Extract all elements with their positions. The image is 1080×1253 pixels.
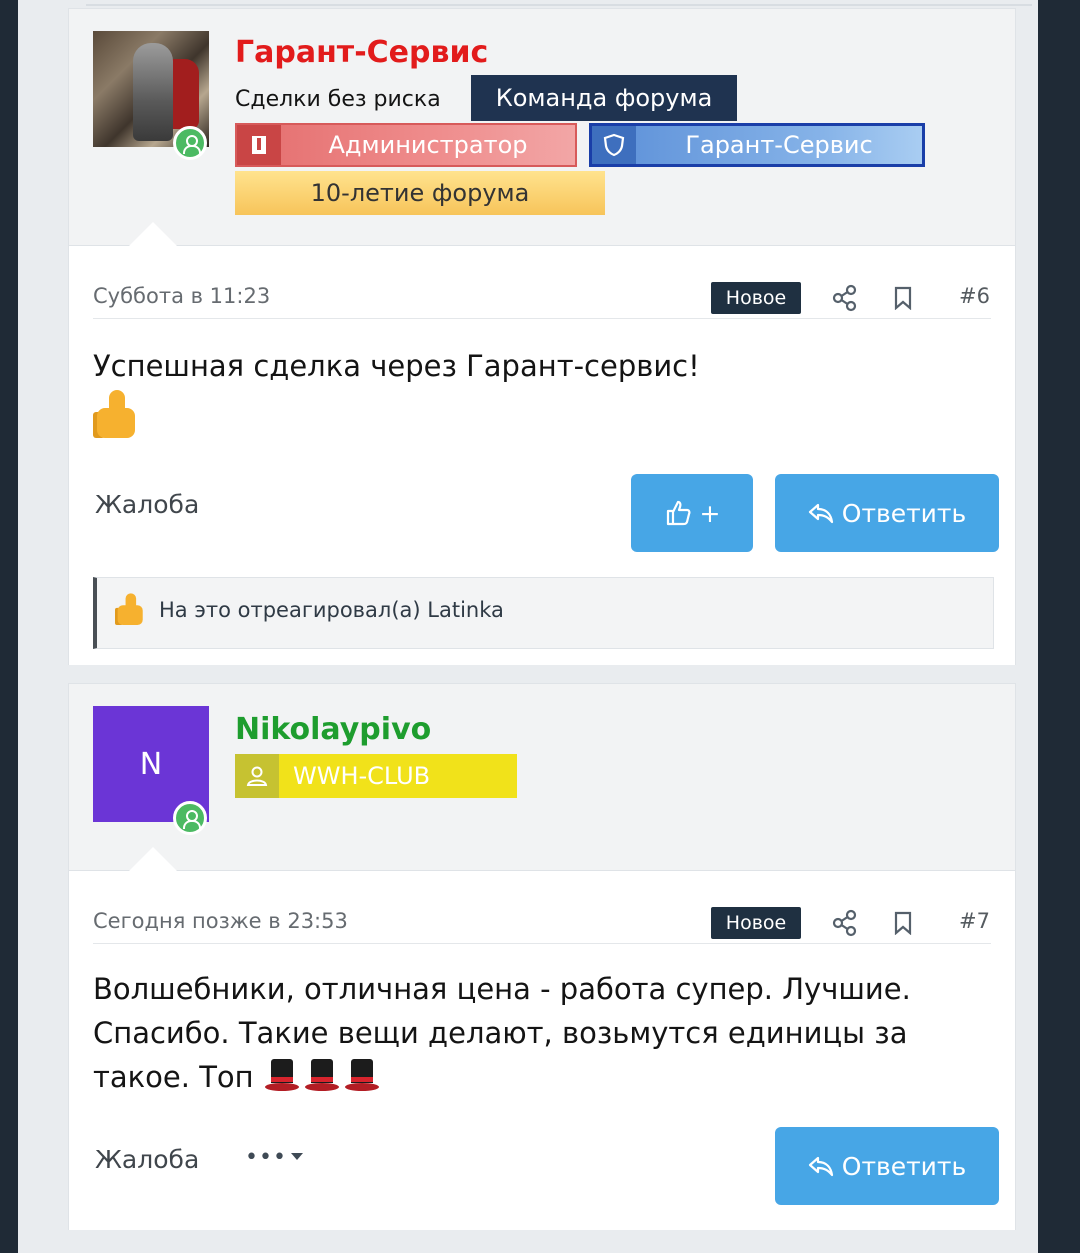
top-hat-emoji-icon xyxy=(303,1055,341,1093)
report-link[interactable]: Жалоба xyxy=(95,490,199,519)
reactions-text[interactable]: На это отреагировал(а) Latinka xyxy=(159,598,504,622)
user-title: Сделки без риска xyxy=(235,87,441,112)
thumbs-up-icon xyxy=(666,500,691,526)
club-banner: WWH-CLUB xyxy=(235,754,517,798)
message-arrow xyxy=(129,222,177,246)
post-message: Волшебники, отличная цена - работа супер… xyxy=(93,967,973,1099)
post-user-block: N Nikolaypivo WWH-CLUB xyxy=(69,684,1015,870)
top-hat-emoji-icon xyxy=(343,1055,381,1093)
share-icon[interactable] xyxy=(831,909,859,937)
bookmark-icon[interactable] xyxy=(893,911,913,935)
like-button-label: + xyxy=(699,498,721,528)
reply-arrow-icon xyxy=(808,1156,833,1177)
post-content: Суббота в 11:23 Новое #6 Успешная сделка… xyxy=(69,222,1015,665)
post-number[interactable]: #7 xyxy=(959,909,990,933)
reply-arrow-icon xyxy=(808,503,833,524)
team-banner: Команда форума xyxy=(471,75,737,121)
post-date[interactable]: Суббота в 11:23 xyxy=(93,284,270,308)
anniversary-banner: 10-летие форума xyxy=(235,171,605,215)
post-number[interactable]: #6 xyxy=(959,284,990,308)
message-arrow xyxy=(129,847,177,871)
username[interactable]: Гарант-Сервис xyxy=(235,35,488,70)
user-icon xyxy=(235,754,279,798)
message-text: Успешная сделка через Гарант-сервис! xyxy=(93,349,700,383)
garant-banner: Гарант-Сервис xyxy=(589,123,925,167)
reply-button-label: Ответить xyxy=(841,1151,967,1181)
garant-banner-label: Гарант-Сервис xyxy=(685,131,873,159)
anniversary-banner-label: 10-летие форума xyxy=(310,179,530,207)
chevron-down-icon xyxy=(290,1153,303,1160)
message-text: Волшебники, отличная цена - работа супер… xyxy=(93,972,911,1094)
share-icon[interactable] xyxy=(831,284,859,312)
online-status-icon xyxy=(173,801,207,835)
post: Гарант-Сервис Сделки без риска Команда ф… xyxy=(68,8,1016,665)
more-actions-label: ••• xyxy=(245,1145,287,1170)
username[interactable]: Nikolaypivo xyxy=(235,712,431,747)
reply-button[interactable]: Ответить xyxy=(775,474,999,552)
reactions-bar[interactable]: На это отреагировал(а) Latinka xyxy=(93,577,994,649)
post-user-block: Гарант-Сервис Сделки без риска Команда ф… xyxy=(69,9,1015,245)
post-meta: Суббота в 11:23 Новое #6 xyxy=(93,282,991,319)
new-badge: Новое xyxy=(711,907,801,939)
like-button[interactable]: + xyxy=(631,474,753,552)
more-actions-menu[interactable]: ••• xyxy=(245,1145,303,1170)
online-status-icon xyxy=(173,126,207,160)
report-link[interactable]: Жалоба xyxy=(95,1145,199,1174)
reply-button-label: Ответить xyxy=(841,498,967,528)
post-meta: Сегодня позже в 23:53 Новое #7 xyxy=(93,907,991,944)
new-badge: Новое xyxy=(711,282,801,314)
reply-button[interactable]: Ответить xyxy=(775,1127,999,1205)
admin-banner: Администратор xyxy=(235,123,577,167)
thumbs-up-emoji-icon xyxy=(93,388,141,442)
post-date[interactable]: Сегодня позже в 23:53 xyxy=(93,909,348,933)
post: N Nikolaypivo WWH-CLUB Сегодня позже в 2… xyxy=(68,683,1016,1230)
post-message: Успешная сделка через Гарант-сервис! xyxy=(93,344,973,454)
post-content: Сегодня позже в 23:53 Новое #7 Волшебник… xyxy=(69,847,1015,1230)
reaction-thumbs-up-icon xyxy=(115,592,147,628)
club-banner-label: WWH-CLUB xyxy=(293,762,431,790)
top-hat-emoji-icon xyxy=(263,1055,301,1093)
admin-banner-label: Администратор xyxy=(328,131,528,159)
tie-icon xyxy=(237,125,281,165)
shield-icon xyxy=(592,126,636,164)
avatar-knight xyxy=(133,43,173,141)
bookmark-icon[interactable] xyxy=(893,286,913,310)
divider xyxy=(86,4,1032,6)
